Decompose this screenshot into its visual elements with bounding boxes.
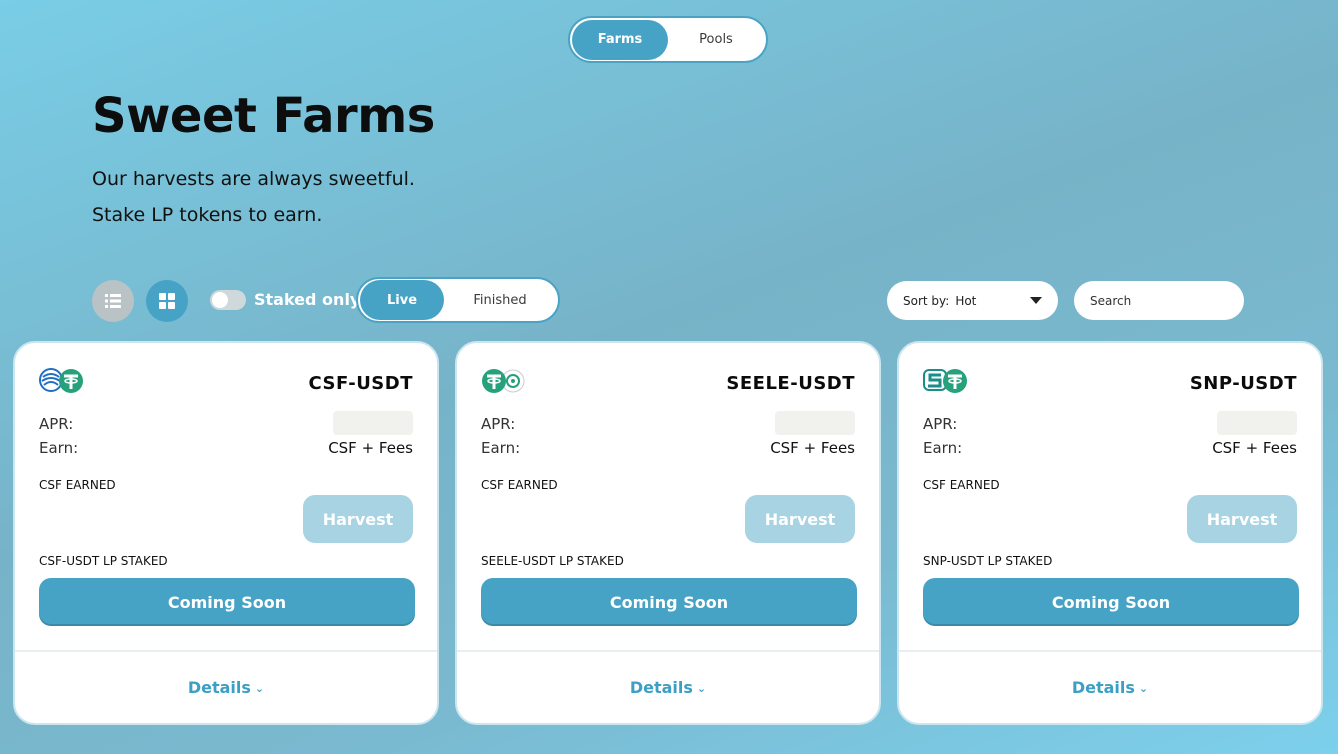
csf-usdt-token-icon [39, 368, 83, 393]
details-toggle[interactable]: Details ⌄ [457, 678, 879, 697]
pair-name: SEELE-USDT [726, 373, 855, 394]
details-label: Details [1071, 678, 1135, 697]
search-input[interactable] [1074, 281, 1244, 320]
farm-card-csf-usdt: CSF-USDT APR: Earn: CSF + Fees CSF EARNE… [13, 341, 439, 725]
pair-name: SNP-USDT [1189, 373, 1297, 394]
seele-usdt-token-icon [482, 369, 525, 393]
chevron-down-icon: ⌄ [1138, 682, 1149, 695]
tab-pools[interactable]: Pools [668, 20, 764, 60]
grid-view-button[interactable] [146, 280, 188, 322]
card-divider [15, 650, 437, 652]
apr-label: APR: [481, 415, 516, 433]
grid-icon [159, 293, 175, 309]
staked-only-label: Staked only [254, 290, 361, 309]
coming-soon-button[interactable]: Coming Soon [39, 578, 415, 626]
card-divider [457, 650, 879, 652]
snp-usdt-token-icon [923, 369, 967, 393]
earn-label: Earn: [39, 439, 79, 457]
earned-label: CSF EARNED [39, 478, 116, 492]
sort-value: Hot [955, 293, 977, 308]
lp-staked-label: SNP-USDT LP STAKED [923, 554, 1053, 568]
earned-label: CSF EARNED [923, 478, 1000, 492]
tab-farms[interactable]: Farms [572, 19, 668, 60]
earn-value: CSF + Fees [770, 439, 855, 457]
farm-card-snp-usdt: SNP-USDT APR: Earn: CSF + Fees CSF EARNE… [897, 341, 1323, 725]
page-title: Sweet Farms [92, 88, 435, 144]
list-icon [105, 294, 121, 308]
details-label: Details [629, 678, 693, 697]
earn-label: Earn: [481, 439, 521, 457]
page-subtitle-1: Our harvests are always sweetful. [92, 168, 415, 190]
apr-value-skeleton [775, 411, 855, 435]
live-finished-switch: Live Finished [356, 277, 560, 323]
sort-select[interactable]: Sort by: Hot [887, 281, 1058, 320]
tab-finished[interactable]: Finished [444, 280, 556, 320]
details-label: Details [187, 678, 251, 697]
caret-down-icon [1030, 297, 1042, 304]
chevron-down-icon: ⌄ [696, 682, 707, 695]
page-subtitle-2: Stake LP tokens to earn. [92, 204, 323, 226]
tab-live[interactable]: Live [360, 280, 444, 320]
staked-only-toggle[interactable] [210, 290, 246, 310]
details-toggle[interactable]: Details ⌄ [899, 678, 1321, 697]
earn-value: CSF + Fees [328, 439, 413, 457]
details-toggle[interactable]: Details ⌄ [15, 678, 437, 697]
list-view-button[interactable] [92, 280, 134, 322]
apr-value-skeleton [1217, 411, 1297, 435]
harvest-button[interactable]: Harvest [1187, 495, 1297, 543]
farm-card-seele-usdt: SEELE-USDT APR: Earn: CSF + Fees CSF EAR… [455, 341, 881, 725]
coming-soon-button[interactable]: Coming Soon [481, 578, 857, 626]
harvest-button[interactable]: Harvest [303, 495, 413, 543]
lp-staked-label: CSF-USDT LP STAKED [39, 554, 168, 568]
card-divider [899, 650, 1321, 652]
toggle-knob [212, 292, 228, 308]
earned-label: CSF EARNED [481, 478, 558, 492]
pair-name: CSF-USDT [308, 373, 413, 394]
sort-label: Sort by: [903, 293, 950, 308]
farms-pools-switch: Farms Pools [568, 16, 768, 63]
chevron-down-icon: ⌄ [254, 682, 265, 695]
apr-value-skeleton [333, 411, 413, 435]
earn-value: CSF + Fees [1212, 439, 1297, 457]
coming-soon-button[interactable]: Coming Soon [923, 578, 1299, 626]
apr-label: APR: [923, 415, 958, 433]
earn-label: Earn: [923, 439, 963, 457]
lp-staked-label: SEELE-USDT LP STAKED [481, 554, 624, 568]
harvest-button[interactable]: Harvest [745, 495, 855, 543]
apr-label: APR: [39, 415, 74, 433]
